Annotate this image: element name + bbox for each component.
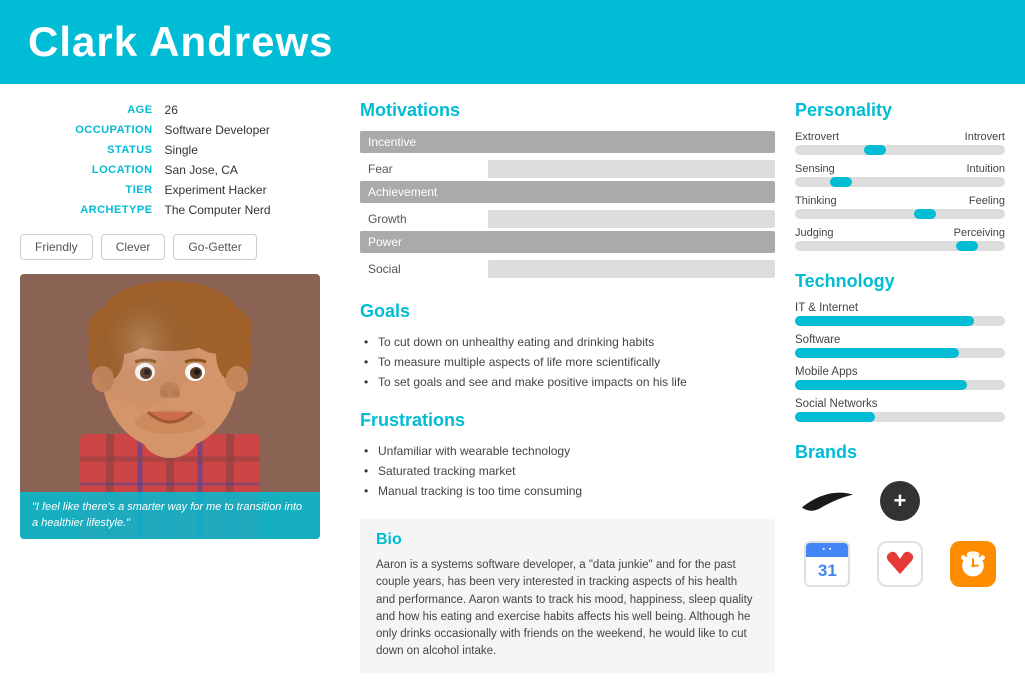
personality-right-label: Perceiving	[954, 227, 1005, 239]
goals-section: Goals To cut down on unhealthy eating an…	[360, 301, 775, 392]
left-column: AGE 26 OCCUPATION Software Developer STA…	[20, 100, 340, 673]
personality-thinking-feeling: Thinking Feeling	[795, 195, 1005, 219]
bio-title: Bio	[376, 531, 759, 549]
right-column: Personality Extrovert Introvert Sensing …	[795, 100, 1005, 673]
goal-item: To measure multiple aspects of life more…	[364, 352, 775, 372]
archetype-value: The Computer Nerd	[161, 200, 340, 220]
profile-photo: "I feel like there's a smarter way for m…	[20, 274, 320, 539]
brand-heart-app	[868, 536, 933, 591]
archetype-label: ARCHETYPE	[20, 200, 161, 220]
brand-placeholder	[940, 473, 1005, 528]
age-value: 26	[161, 100, 340, 120]
brand-nike	[795, 473, 860, 528]
tech-it-label: IT & Internet	[795, 302, 1005, 314]
bio-text: Aaron is a systems software developer, a…	[376, 557, 759, 661]
motivation-achievement: Achievement	[360, 181, 775, 203]
goals-list: To cut down on unhealthy eating and drin…	[360, 332, 775, 392]
motivation-power: Power	[360, 231, 775, 253]
tier-label: TIER	[20, 180, 161, 200]
motivation-social-label: Social	[360, 257, 775, 281]
frustrations-section: Frustrations Unfamiliar with wearable te…	[360, 410, 775, 501]
personality-right-label: Introvert	[965, 131, 1005, 143]
motivations-section: Motivations Incentive Fear	[360, 100, 775, 281]
personality-left-label: Judging	[795, 227, 834, 239]
tag-gogetter: Go-Getter	[173, 234, 256, 260]
personality-left-label: Sensing	[795, 163, 835, 175]
brand-google-calendar: ▪ ▪ 31	[795, 536, 860, 591]
frustrations-title: Frustrations	[360, 410, 775, 431]
location-value: San Jose, CA	[161, 160, 340, 180]
tier-value: Experiment Hacker	[161, 180, 340, 200]
personality-section: Personality Extrovert Introvert Sensing …	[795, 100, 1005, 251]
status-value: Single	[161, 140, 340, 160]
technology-title: Technology	[795, 271, 1005, 292]
motivation-fear-label: Fear	[360, 157, 775, 181]
brand-alarm-app	[940, 536, 1005, 591]
motivation-incentive: Incentive	[360, 131, 775, 153]
frustrations-list: Unfamiliar with wearable technology Satu…	[360, 441, 775, 501]
photo-caption: "I feel like there's a smarter way for m…	[20, 492, 320, 539]
brand-health-plus: +	[868, 473, 933, 528]
personality-right-label: Feeling	[969, 195, 1005, 207]
motivation-growth-label: Growth	[360, 207, 775, 231]
personality-judging-perceiving: Judging Perceiving	[795, 227, 1005, 251]
bio-section: Bio Aaron is a systems software develope…	[360, 519, 775, 673]
tech-software: Software	[795, 334, 1005, 358]
occupation-value: Software Developer	[161, 120, 340, 140]
profile-info: AGE 26 OCCUPATION Software Developer STA…	[20, 100, 340, 220]
tech-it-internet: IT & Internet	[795, 302, 1005, 326]
goals-title: Goals	[360, 301, 775, 322]
tech-software-label: Software	[795, 334, 1005, 346]
frustration-item: Manual tracking is too time consuming	[364, 481, 775, 501]
header: Clark Andrews	[0, 0, 1025, 84]
status-label: STATUS	[20, 140, 161, 160]
age-label: AGE	[20, 100, 161, 120]
location-label: LOCATION	[20, 160, 161, 180]
personality-right-label: Intuition	[966, 163, 1005, 175]
brands-title: Brands	[795, 442, 1005, 463]
tech-social-label: Social Networks	[795, 398, 1005, 410]
tech-mobile-label: Mobile Apps	[795, 366, 1005, 378]
personality-left-label: Thinking	[795, 195, 837, 207]
tag-clever: Clever	[101, 234, 166, 260]
personality-left-label: Extrovert	[795, 131, 839, 143]
brands-grid: + ▪ ▪ 31	[795, 473, 1005, 591]
brands-section: Brands + ▪ ▪	[795, 442, 1005, 591]
motivations-title: Motivations	[360, 100, 775, 121]
tag-friendly: Friendly	[20, 234, 93, 260]
goal-item: To set goals and see and make positive i…	[364, 372, 775, 392]
personality-sensing-intuition: Sensing Intuition	[795, 163, 1005, 187]
occupation-label: OCCUPATION	[20, 120, 161, 140]
main-content: AGE 26 OCCUPATION Software Developer STA…	[0, 84, 1025, 689]
page-title: Clark Andrews	[28, 18, 997, 66]
personality-extrovert-introvert: Extrovert Introvert	[795, 131, 1005, 155]
plus-icon: +	[880, 481, 920, 521]
tech-mobile-apps: Mobile Apps	[795, 366, 1005, 390]
frustration-item: Unfamiliar with wearable technology	[364, 441, 775, 461]
frustration-item: Saturated tracking market	[364, 461, 775, 481]
middle-column: Motivations Incentive Fear	[360, 100, 775, 673]
tags-container: Friendly Clever Go-Getter	[20, 234, 340, 260]
tech-social-networks: Social Networks	[795, 398, 1005, 422]
goal-item: To cut down on unhealthy eating and drin…	[364, 332, 775, 352]
technology-section: Technology IT & Internet Software Mobile…	[795, 271, 1005, 422]
personality-title: Personality	[795, 100, 1005, 121]
